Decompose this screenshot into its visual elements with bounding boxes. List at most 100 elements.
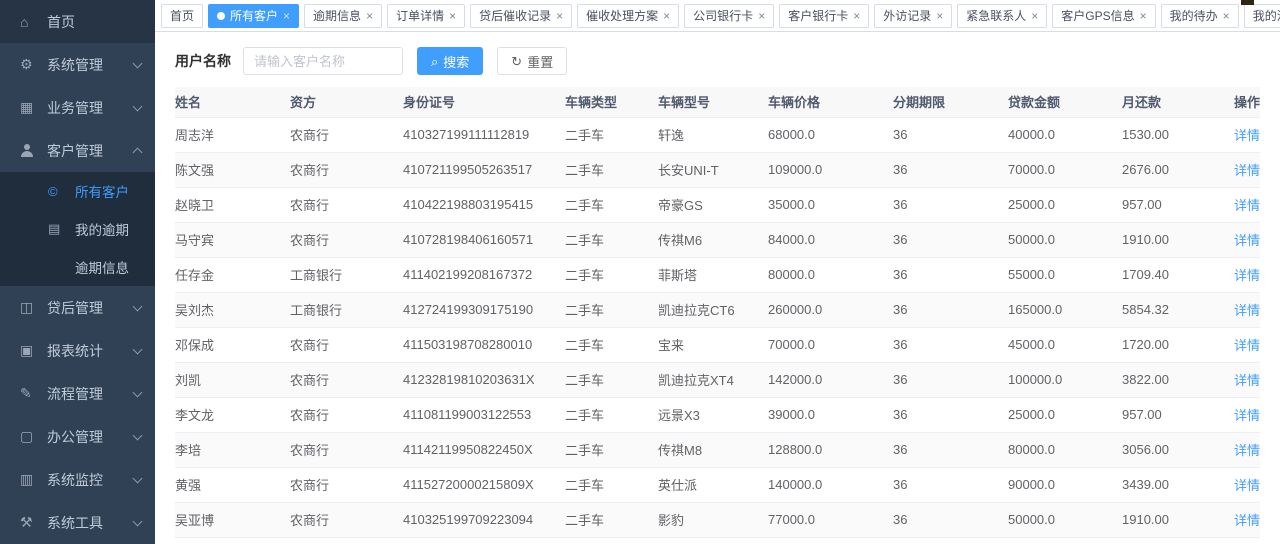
tab-all-customers[interactable]: 所有客户 × (208, 4, 299, 28)
main-area: 首页 所有客户 × 逾期信息 × 订单详情 × 贷后催收记录 × 催收处理方案 … (155, 0, 1280, 544)
detail-link[interactable]: 详情 (1234, 198, 1260, 213)
tab-order-detail[interactable]: 订单详情 × (387, 4, 465, 28)
tab-company-bank-card[interactable]: 公司银行卡 × (684, 4, 774, 28)
col-header-action: 操作 (1222, 87, 1260, 117)
tab-close-icon[interactable]: × (936, 10, 943, 22)
sidebar-subitem-my-overdue[interactable]: ▤ 我的逾期 (0, 210, 155, 248)
tab-my-flow[interactable]: 我的流程 × (1244, 4, 1280, 28)
sidebar-item-label: 业务管理 (47, 98, 134, 118)
cell-id-number: 411402199208167372 (403, 257, 565, 292)
col-header-vehicle-type: 车辆类型 (565, 87, 658, 117)
cell-monthly-payment: 1910.00 (1122, 502, 1222, 537)
sidebar-item-report-stats[interactable]: ▣ 报表统计 (0, 329, 155, 372)
tab-close-icon[interactable]: × (758, 10, 765, 22)
detail-link[interactable]: 详情 (1234, 478, 1260, 493)
cell-name: 周志洋 (175, 117, 290, 152)
detail-link[interactable]: 详情 (1234, 303, 1260, 318)
sidebar-item-system-monitor[interactable]: ▥ 系统监控 (0, 458, 155, 501)
sidebar-item-customer-mgmt[interactable]: 客户管理 (0, 129, 155, 172)
tab-collection-records[interactable]: 贷后催收记录 × (470, 4, 572, 28)
cell-name: 邓保成 (175, 327, 290, 362)
tab-close-icon[interactable]: × (1031, 10, 1038, 22)
sidebar-item-process-mgmt[interactable]: ✎ 流程管理 (0, 372, 155, 415)
book-icon: ▤ (48, 221, 68, 237)
cell-id-number: 410325199709223094 (403, 502, 565, 537)
detail-link[interactable]: 详情 (1234, 373, 1260, 388)
tab-close-icon[interactable]: × (283, 10, 290, 22)
tab-close-icon[interactable]: × (1223, 10, 1230, 22)
tab-close-icon[interactable]: × (663, 10, 670, 22)
cell-monthly-payment: 2676.00 (1122, 152, 1222, 187)
col-header-capital: 资方 (290, 87, 403, 117)
detail-link[interactable]: 详情 (1234, 163, 1260, 178)
detail-link[interactable]: 详情 (1234, 513, 1260, 528)
cell-vehicle-type: 二手车 (565, 502, 658, 537)
cell-id-number: 410327199111112819 (403, 117, 565, 152)
sidebar-item-system-tools[interactable]: ⚒ 系统工具 (0, 501, 155, 544)
tab-close-icon[interactable]: × (366, 10, 373, 22)
detail-link[interactable]: 详情 (1234, 233, 1260, 248)
tab-home[interactable]: 首页 (161, 4, 203, 28)
cell-monthly-payment: 1709.40 (1122, 257, 1222, 292)
detail-link[interactable]: 详情 (1234, 408, 1260, 423)
sidebar-item-home[interactable]: ⌂ 首页 (0, 0, 155, 43)
cell-loan-amount: 165000.0 (1008, 292, 1122, 327)
customer-table: 姓名 资方 身份证号 车辆类型 车辆型号 车辆价格 分期期限 贷款金额 月还款 … (175, 87, 1260, 544)
table-row: 邓保成 农商行 411503198708280010 二手车 宝来 70000.… (175, 327, 1260, 362)
tab-close-icon[interactable]: × (449, 10, 456, 22)
cell-id-number: 41232819810203631X (403, 362, 565, 397)
sidebar-subitem-overdue-info[interactable]: 逾期信息 (0, 248, 155, 286)
tab-close-icon[interactable]: × (853, 10, 860, 22)
sidebar-item-label: 客户管理 (47, 141, 134, 161)
table-header: 姓名 资方 身份证号 车辆类型 车辆型号 车辆价格 分期期限 贷款金额 月还款 … (175, 87, 1260, 117)
cell-vehicle-price: 86000.0 (768, 537, 893, 544)
cell-monthly-payment: 957.00 (1122, 187, 1222, 222)
tab-my-todo[interactable]: 我的待办 × (1161, 4, 1239, 28)
tab-overdue-info[interactable]: 逾期信息 × (304, 4, 382, 28)
cell-vehicle-type: 二手车 (565, 362, 658, 397)
search-button[interactable]: ⌕ 搜索 (417, 47, 483, 75)
cell-name: 马守宾 (175, 222, 290, 257)
sidebar-item-business-mgmt[interactable]: ▦ 业务管理 (0, 86, 155, 129)
tab-visit-records[interactable]: 外访记录 × (874, 4, 952, 28)
sidebar-subitem-all-customers[interactable]: © 所有客户 (0, 172, 155, 210)
tab-label: 订单详情 (396, 7, 444, 24)
tools-icon: ⚒ (20, 514, 40, 531)
cell-id-number: 410728198406160571 (403, 222, 565, 257)
tab-emergency-contacts[interactable]: 紧急联系人 × (957, 4, 1047, 28)
table-row: 陈文强 农商行 410721199505263517 二手车 长安UNI-T 1… (175, 152, 1260, 187)
sidebar-subitem-label: 逾期信息 (75, 257, 134, 277)
cell-id-number: 41142119950822450X (403, 432, 565, 467)
grid-icon: ▦ (20, 99, 40, 116)
tab-customer-bank-card[interactable]: 客户银行卡 × (779, 4, 869, 28)
cell-term: 36 (893, 257, 1008, 292)
cell-loan-amount: 40000.0 (1008, 117, 1122, 152)
sidebar-item-system-mgmt[interactable]: ⚙ 系统管理 (0, 43, 155, 86)
sidebar-item-office-mgmt[interactable]: ▢ 办公管理 (0, 415, 155, 458)
tab-close-icon[interactable]: × (556, 10, 563, 22)
customer-table-body: 周志洋 农商行 410327199111112819 二手车 轩逸 68000.… (175, 117, 1260, 544)
detail-link[interactable]: 详情 (1234, 338, 1260, 353)
col-header-vehicle-price: 车辆价格 (768, 87, 893, 117)
detail-link[interactable]: 详情 (1234, 443, 1260, 458)
cell-vehicle-price: 77000.0 (768, 502, 893, 537)
cell-term: 36 (893, 152, 1008, 187)
search-input[interactable] (243, 47, 403, 75)
tab-customer-gps[interactable]: 客户GPS信息 × (1052, 4, 1155, 28)
tab-collection-plan[interactable]: 催收处理方案 × (577, 4, 679, 28)
reset-button[interactable]: ↻ 重置 (497, 47, 567, 75)
cell-monthly-payment: 1530.00 (1122, 117, 1222, 152)
tab-label: 我的待办 (1170, 7, 1218, 24)
cell-term: 36 (893, 327, 1008, 362)
cell-capital: 农商行 (290, 467, 403, 502)
cell-capital: 农商行 (290, 502, 403, 537)
cell-monthly-payment: 2292.00 (1122, 537, 1222, 544)
active-tab-dot (217, 12, 225, 20)
tab-close-icon[interactable]: × (1140, 10, 1147, 22)
cell-vehicle-price: 35000.0 (768, 187, 893, 222)
sidebar-item-loan-mgmt[interactable]: ◫ 贷后管理 (0, 286, 155, 329)
detail-link[interactable]: 详情 (1234, 268, 1260, 283)
table-row: 周志洋 农商行 410327199111112819 二手车 轩逸 68000.… (175, 117, 1260, 152)
cell-vehicle-price: 140000.0 (768, 467, 893, 502)
detail-link[interactable]: 详情 (1234, 128, 1260, 143)
